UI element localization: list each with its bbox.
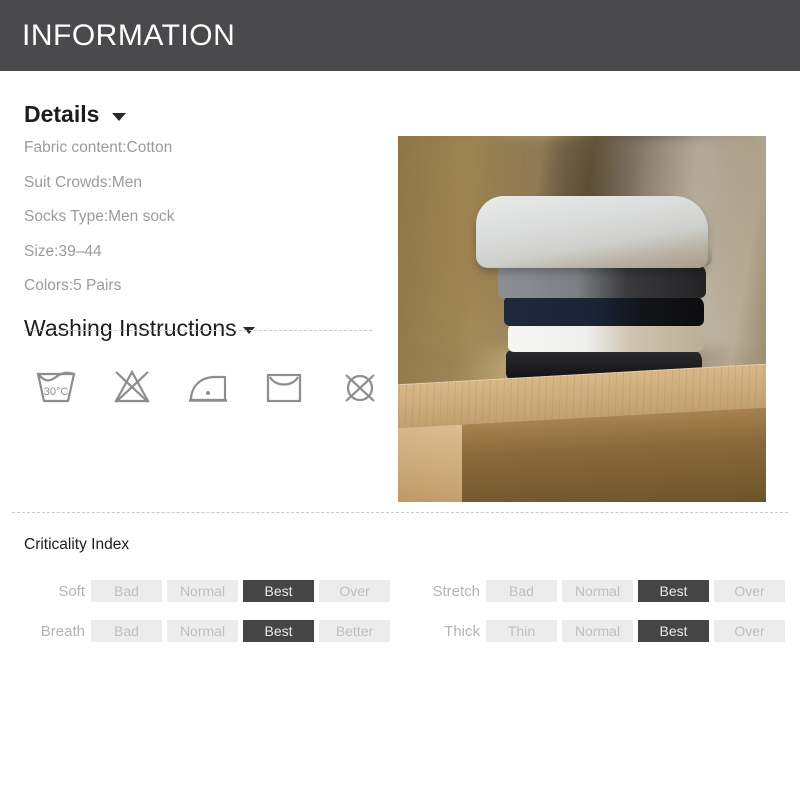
svg-text:30°C: 30°C xyxy=(44,386,69,398)
sock-layer-light-gray xyxy=(476,196,708,268)
criticality-chips: Bad Normal Best Over xyxy=(91,580,390,602)
criticality-chip[interactable]: Over xyxy=(714,620,785,642)
criticality-chip-selected[interactable]: Best xyxy=(638,580,709,602)
do-not-bleach-icon xyxy=(114,369,150,403)
criticality-chip[interactable]: Thin xyxy=(486,620,557,642)
washing-symbols: 30°C xyxy=(33,366,398,406)
criticality-chip[interactable]: Normal xyxy=(562,580,633,602)
do-not-dry-clean-icon xyxy=(345,373,375,402)
criticality-chip[interactable]: Normal xyxy=(562,620,633,642)
sock-layer-white xyxy=(508,324,704,352)
left-content-column: Details Fabric content:Cotton Suit Crowd… xyxy=(0,71,398,406)
iron-low-icon xyxy=(189,375,227,402)
criticality-chip[interactable]: Better xyxy=(319,620,390,642)
criticality-chip-selected[interactable]: Best xyxy=(638,620,709,642)
criticality-row: Soft Bad Normal Best Over Stretch Bad No… xyxy=(0,571,800,611)
sock-layer-navy xyxy=(504,296,704,326)
criticality-index-title: Criticality Index xyxy=(24,536,130,553)
washing-title: Washing Instructions xyxy=(24,314,237,341)
page-title: INFORMATION xyxy=(22,18,236,52)
criticality-chip-selected[interactable]: Best xyxy=(243,580,314,602)
list-item: Colors:5 Pairs xyxy=(24,277,122,294)
details-section-header[interactable]: Details xyxy=(24,103,398,126)
washing-section-header[interactable]: Washing Instructions xyxy=(24,314,398,341)
criticality-index-grid: Soft Bad Normal Best Over Stretch Bad No… xyxy=(0,571,800,651)
criticality-chip[interactable]: Normal xyxy=(167,620,238,642)
criticality-chip[interactable]: Bad xyxy=(91,580,162,602)
criticality-group-thick: Thick Thin Normal Best Over xyxy=(400,620,800,642)
criticality-label: Thick xyxy=(444,622,480,640)
criticality-chip[interactable]: Over xyxy=(319,580,390,602)
product-photo xyxy=(398,136,766,502)
divider-details xyxy=(24,330,372,331)
criticality-chip[interactable]: Normal xyxy=(167,580,238,602)
criticality-label: Stretch xyxy=(432,582,480,600)
criticality-label: Soft xyxy=(58,582,85,600)
details-title: Details xyxy=(24,101,100,127)
criticality-chips: Bad Normal Best Over xyxy=(486,580,785,602)
drip-dry-icon xyxy=(266,373,302,402)
information-header-bar: INFORMATION xyxy=(0,0,800,71)
sock-layer-gray xyxy=(498,264,706,298)
criticality-chips: Bad Normal Best Better xyxy=(91,620,390,642)
criticality-chip[interactable]: Bad xyxy=(486,580,557,602)
details-list: Fabric content:Cotton Suit Crowds:Men So… xyxy=(24,140,398,294)
divider-criticality xyxy=(12,512,788,513)
list-item: Size:39–44 xyxy=(24,242,102,260)
chevron-down-icon[interactable] xyxy=(112,113,127,121)
wash-30c-icon: 30°C xyxy=(36,371,76,402)
criticality-group-breath: Breath Bad Normal Best Better xyxy=(0,620,400,642)
list-item: Fabric content:Cotton xyxy=(24,139,173,156)
list-item: Suit Crowds:Men xyxy=(24,173,143,191)
criticality-group-stretch: Stretch Bad Normal Best Over xyxy=(400,580,800,602)
list-item: Socks Type:Men sock xyxy=(24,208,175,225)
criticality-chips: Thin Normal Best Over xyxy=(486,620,785,642)
criticality-row: Breath Bad Normal Best Better Thick Thin… xyxy=(0,611,800,651)
criticality-label: Breath xyxy=(40,622,85,640)
criticality-chip-selected[interactable]: Best xyxy=(243,620,314,642)
criticality-chip[interactable]: Bad xyxy=(91,620,162,642)
criticality-group-soft: Soft Bad Normal Best Over xyxy=(0,580,400,602)
criticality-chip[interactable]: Over xyxy=(714,580,785,602)
